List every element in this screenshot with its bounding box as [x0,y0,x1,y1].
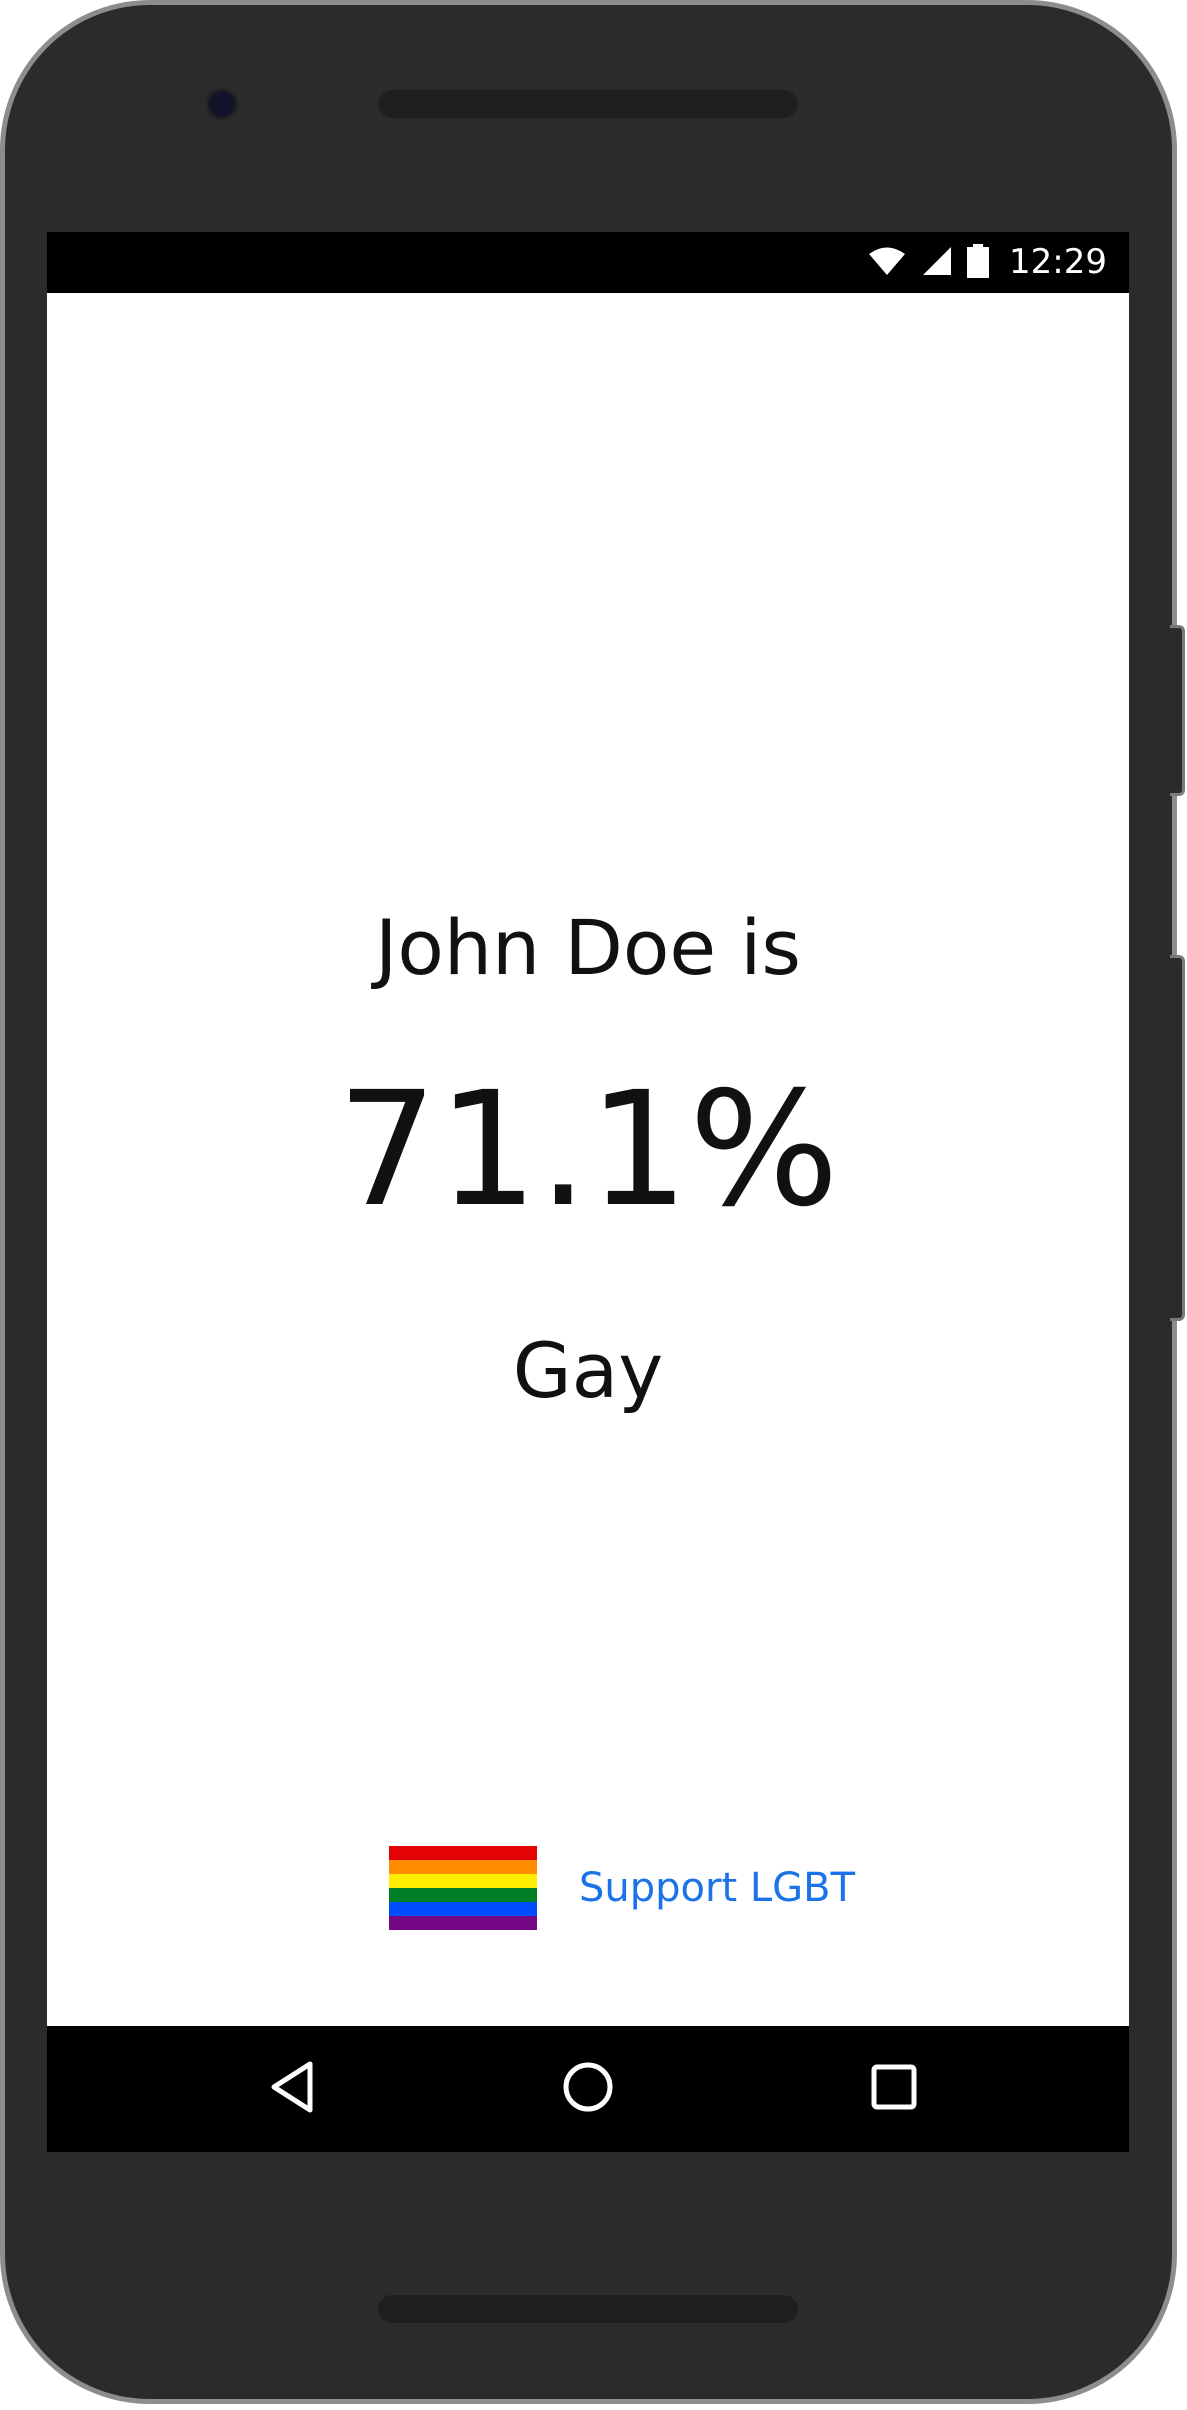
battery-icon [967,243,990,282]
result-label: Gay [512,1326,664,1415]
status-time: 12:29 [1009,242,1107,282]
volume-button[interactable] [1170,955,1185,1321]
flag-stripe [389,1902,537,1916]
screen: 12:29 John Doe is 71.1% Gay Support LGBT [47,232,1129,2152]
flag-stripe [389,1874,537,1888]
home-button[interactable] [553,2054,623,2124]
main-content: John Doe is 71.1% Gay Support LGBT [47,293,1129,2026]
navigation-bar [47,2026,1129,2152]
result-intro: John Doe is [374,903,802,992]
recents-icon [869,2062,919,2116]
flag-stripe [389,1888,537,1902]
back-icon [268,2059,316,2119]
rainbow-flag-icon [389,1846,537,1930]
power-button[interactable] [1170,625,1185,796]
status-bar: 12:29 [47,232,1129,293]
front-camera [206,88,238,120]
back-button[interactable] [257,2054,327,2124]
recents-button[interactable] [859,2054,929,2124]
bottom-speaker [378,2295,798,2323]
support-lgbt-link[interactable]: Support LGBT [579,1865,855,1911]
status-icons: 12:29 [867,232,1107,293]
flag-stripe [389,1846,537,1860]
signal-icon [921,245,953,281]
flag-stripe [389,1916,537,1930]
wifi-icon [867,245,907,281]
result-percent: 71.1% [337,1058,839,1242]
home-icon [560,2059,616,2119]
support-row[interactable]: Support LGBT [389,1846,855,1930]
earpiece-speaker [378,90,798,118]
flag-stripe [389,1860,537,1874]
